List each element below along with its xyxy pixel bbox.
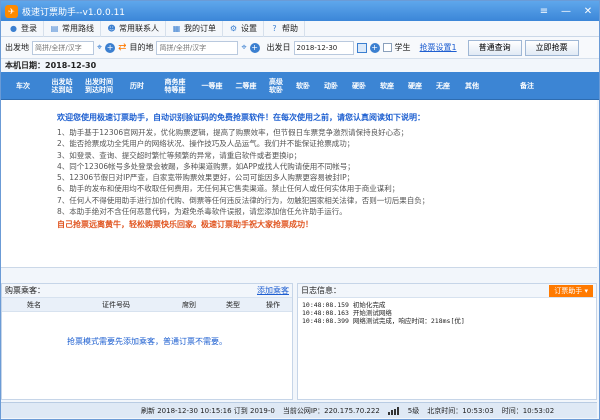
log-title-bar: 日志信息： 订票助手 ▾ [298, 284, 596, 298]
log-title: 日志信息： [301, 286, 341, 295]
route-icon: ▤ [50, 24, 59, 33]
date-input[interactable] [293, 40, 354, 55]
notice-line: 8、本助手绝对不含任何恶意代码，为避免杀毒软件误报，请您添加信任允许助手运行。 [57, 207, 347, 217]
menu-item-help[interactable]: ? 帮助 [264, 20, 305, 37]
col-header: 姓名 [27, 300, 41, 309]
passenger-panel: 购票乘客： 添加乘客 姓名 证件号码 席别 类型 操作 抢票模式需要先添加乘客，… [1, 283, 293, 400]
notice-line: 3、如登录、查询、提交超时繁忙等频繁的异常，请重启软件或者更换ip； [57, 150, 302, 160]
refresh-status: 刷新 2018-12-30 10:15:16 订到 2019-0 [141, 406, 275, 415]
from-label: 出发地 [5, 43, 29, 52]
passenger-title-bar: 购票乘客： 添加乘客 [2, 284, 292, 298]
contacts-icon: ☻ [107, 24, 116, 33]
col-header[interactable]: 车次 [1, 82, 45, 90]
order-icon: ▦ [172, 24, 181, 33]
window-title: 极速订票助手--v1.0.0.11 [22, 7, 126, 18]
add-passenger-link[interactable]: 添加乘客 [257, 285, 289, 296]
log-line: 10:48:08.399 网络测试完成，响应时间：218ms[优] [302, 317, 465, 325]
passenger-empty-text: 抢票模式需要先添加乘客，普通订票不需要。 [67, 337, 227, 346]
help-icon: ? [272, 24, 277, 33]
log-line: 10:48:08.159 初始化完成 [302, 301, 386, 309]
local-time: 时间：10:53:02 [501, 406, 555, 415]
location-icon[interactable]: ⌖ [97, 43, 102, 53]
from-input[interactable] [32, 40, 94, 55]
local-date: 本机日期：2018-12-30 [1, 59, 599, 72]
minimize-icon[interactable]: — [555, 1, 577, 21]
col-header[interactable]: 出发时间 到达时间 [79, 78, 119, 94]
menu-item-orders[interactable]: ▦ 我的订单 [166, 20, 223, 37]
log-panel: 日志信息： 订票助手 ▾ 10:48:08.159 初始化完成 10:48:08… [297, 283, 597, 400]
status-bar: 刷新 2018-12-30 10:15:16 订到 2019-0 当前公网IP：… [1, 402, 597, 418]
col-header[interactable]: 商务座 特等座 [155, 78, 195, 94]
notice-line: 7、任何人不得使用助手进行加价代购、倒票等任何违反法律的行为，勿触犯国家相关法律… [57, 195, 430, 205]
user-icon: ● [10, 24, 17, 33]
close-icon[interactable]: ✕ [577, 1, 599, 21]
window-controls: ≡ — ✕ [533, 1, 599, 21]
notice-line: 2、能否抢票成功全凭用户的网络状况、操作技巧及人品运气。我们并不能保证抢票成功； [57, 139, 355, 149]
gear-icon: ⚙ [229, 24, 238, 33]
menu-item-routes[interactable]: ▤ 常用路线 [44, 20, 101, 37]
add-icon[interactable]: + [249, 42, 260, 53]
col-header[interactable]: 备注 [487, 82, 567, 90]
col-header: 证件号码 [102, 300, 130, 309]
col-header: 类型 [226, 300, 240, 309]
notice-line: 6、助手的发布和使用均不收取任何费用，无任何其它售卖渠道。禁止任何人或任何实体用… [57, 184, 400, 194]
log-list: 10:48:08.159 初始化完成 10:48:08.163 开始测试网络 1… [298, 298, 596, 328]
search-bar: 出发地 ⌖ + ⇄ 目的地 ⌖ + 出发日 + 学生 抢票设置1 普通查询 立即… [1, 37, 599, 59]
assist-dropdown-button[interactable]: 订票助手 ▾ [549, 284, 593, 297]
grab-settings-link[interactable]: 抢票设置1 [420, 42, 457, 53]
col-header: 席别 [182, 300, 196, 309]
public-ip: 当前公网IP：220.175.70.222 [282, 406, 380, 415]
grab-button[interactable]: 立即抢票 [524, 39, 579, 56]
notice-line: 1、助手基于12306官网开发，优化购票逻辑，提高了购票效率，但节假日车票竞争激… [57, 128, 409, 137]
query-button[interactable]: 普通查询 [467, 39, 522, 56]
col-header[interactable]: 硬座 [401, 82, 429, 90]
add-icon[interactable]: + [369, 42, 380, 53]
menu-icon[interactable]: ≡ [533, 1, 555, 21]
col-header[interactable]: 高级 软卧 [263, 78, 289, 94]
notice-panel: 欢迎您使用极速订票助手，自动识别验证码的免费抢票软件！在每次使用之前，请您认真阅… [1, 100, 597, 268]
col-header[interactable]: 硬卧 [345, 82, 373, 90]
menu-item-settings[interactable]: ⚙ 设置 [223, 20, 264, 37]
col-header[interactable]: 一等座 [195, 82, 229, 90]
calendar-icon[interactable] [356, 42, 367, 53]
swap-icon[interactable]: ⇄ [118, 42, 126, 53]
title-bar: ✈ 极速订票助手--v1.0.0.11 ≡ — ✕ [1, 1, 599, 21]
col-header[interactable]: 无座 [429, 82, 457, 90]
log-line: 10:48:08.163 开始测试网络 [302, 309, 392, 317]
col-header[interactable]: 二等座 [229, 82, 263, 90]
col-header[interactable]: 其他 [457, 82, 487, 90]
date-label: 出发日 [266, 43, 291, 52]
notice-line: 4、同个12306帐号多处登录会被踢，多种渠道购票，如APP或找人代购请使用不同… [57, 161, 355, 171]
col-header[interactable]: 历时 [119, 82, 155, 90]
app-logo-icon: ✈ [5, 4, 18, 18]
notice-foot: 自己抢票远离黄牛，轻松购票快乐回家。极速订票助手祝大家抢票成功！ [57, 220, 313, 230]
add-icon[interactable]: + [105, 42, 116, 53]
student-checkbox[interactable] [382, 43, 392, 52]
col-header: 操作 [266, 300, 280, 309]
notice-head: 欢迎您使用极速订票助手，自动识别验证码的免费抢票软件！在每次使用之前，请您认真阅… [57, 113, 425, 122]
col-header[interactable]: 软座 [373, 82, 401, 90]
menu-item-login[interactable]: ● 登录 [3, 20, 44, 37]
beijing-time: 北京时间：10:53:03 [427, 406, 494, 415]
train-table-header: 车次 出发站 达到站 出发时间 到达时间 历时 商务座 特等座 一等座 二等座 高级软… [1, 72, 599, 100]
col-header[interactable]: 出发站 达到站 [45, 78, 79, 94]
menu-bar: ● 登录 ▤ 常用路线 ☻ 常用联系人 ▦ 我的订单 ⚙ 设置 ? 帮助 [1, 20, 599, 37]
passenger-table-header: 姓名 证件号码 席别 类型 操作 [2, 298, 292, 312]
student-label: 学生 [394, 43, 411, 52]
location-icon[interactable]: ⌖ [241, 43, 246, 53]
level-badge: 5级 [407, 406, 420, 415]
to-input[interactable] [156, 40, 239, 55]
col-header[interactable]: 软卧 [289, 82, 317, 90]
passenger-title: 购票乘客： [5, 286, 45, 295]
to-label: 目的地 [129, 43, 154, 52]
col-header[interactable]: 动卧 [317, 82, 345, 90]
menu-item-contacts[interactable]: ☻ 常用联系人 [101, 20, 166, 37]
signal-icon [387, 406, 400, 415]
notice-line: 5、12306节假日对IP严查，自家宽带购票效果更好，公司可能因多人购票更容易被… [57, 173, 355, 183]
